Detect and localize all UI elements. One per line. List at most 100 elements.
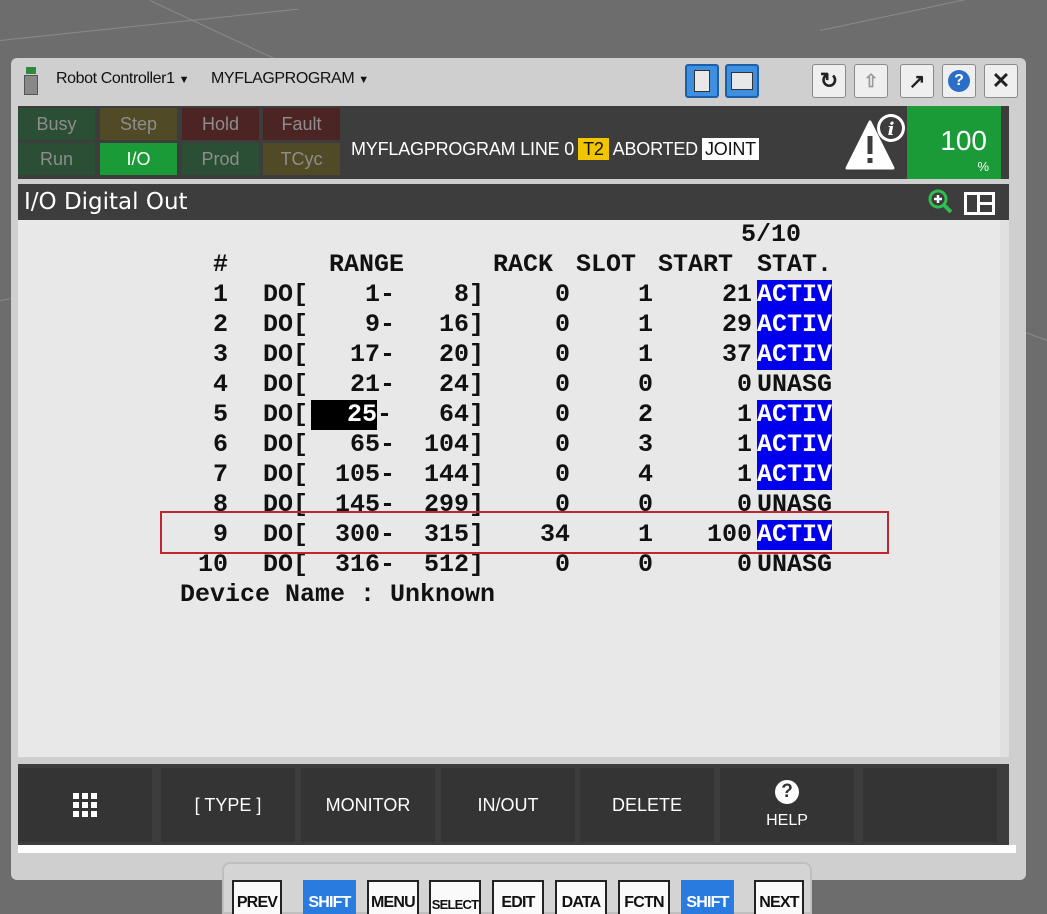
pendant-view-button[interactable] bbox=[685, 64, 719, 98]
step-button[interactable]: ⇧ bbox=[854, 64, 888, 98]
io-table: 5/10 # RANGE RACK SLOT START STAT. 1 DO[1… bbox=[18, 220, 1000, 757]
row-status[interactable]: ACTIV bbox=[757, 280, 833, 310]
row-status[interactable]: ACTIV bbox=[757, 340, 833, 370]
status-io: I/O bbox=[100, 143, 177, 175]
teach-pendant: Robot Controller1 ▼ MYFLAGPROGRAM ▼ ↻ ⇧ ↗ … bbox=[11, 58, 1026, 880]
table-row[interactable]: 7 DO[105- 144] 0 4 1 ACTIV bbox=[18, 460, 1000, 490]
background-line bbox=[0, 8, 299, 41]
execution-state: ABORTED bbox=[612, 139, 698, 159]
row-range-to: 104] bbox=[424, 430, 485, 459]
row-rack: 0 bbox=[555, 460, 571, 489]
row-status[interactable]: ACTIV bbox=[757, 460, 833, 490]
row-start: 37 bbox=[722, 340, 753, 369]
softkey-type[interactable]: [ TYPE ] bbox=[161, 768, 295, 842]
row-start: 0 bbox=[737, 370, 753, 399]
split-screen-icon[interactable] bbox=[964, 192, 995, 215]
fctn-key[interactable]: FCTN bbox=[618, 880, 670, 914]
page-indicator-line: 5/10 bbox=[18, 220, 818, 250]
row-slot: 3 bbox=[638, 430, 654, 459]
row-rack: 0 bbox=[555, 430, 571, 459]
help-icon: ? bbox=[775, 780, 799, 804]
table-row[interactable]: 3 DO[17- 20] 0 1 37 ACTIV bbox=[18, 340, 1000, 370]
menu-key[interactable]: MENU bbox=[367, 880, 419, 914]
row-range-from: 316- bbox=[335, 550, 396, 579]
row-status[interactable]: ACTIV bbox=[757, 310, 833, 340]
controller-dropdown[interactable]: Robot Controller1 ▼ bbox=[56, 70, 189, 88]
shift-key-right[interactable]: SHIFT bbox=[681, 880, 734, 914]
prev-key[interactable]: PREV bbox=[232, 880, 282, 914]
alarm-info-icon[interactable]: i bbox=[844, 110, 906, 174]
edit-key[interactable]: EDIT bbox=[492, 880, 544, 914]
top-bar: Robot Controller1 ▼ MYFLAGPROGRAM ▼ ↻ ⇧ ↗ … bbox=[11, 58, 1026, 106]
io-content: 5/10 # RANGE RACK SLOT START STAT. 1 DO[1… bbox=[18, 220, 1000, 757]
program-label: MYFLAGPROGRAM bbox=[211, 70, 355, 87]
row-status[interactable]: ACTIV bbox=[757, 430, 833, 460]
background-line bbox=[820, 0, 1046, 31]
scrollbar[interactable] bbox=[1000, 220, 1009, 757]
row-start: 1 bbox=[737, 460, 753, 489]
pendant-view-icon bbox=[694, 70, 710, 92]
row-slot: 1 bbox=[638, 280, 654, 309]
row-range-from: 1- bbox=[365, 280, 396, 309]
softkey-menu-grid[interactable] bbox=[18, 768, 152, 842]
external-button[interactable]: ↗ bbox=[900, 64, 934, 98]
refresh-button[interactable]: ↻ bbox=[812, 64, 846, 98]
shift-key-left[interactable]: SHIFT bbox=[303, 880, 356, 914]
row-type: DO[ bbox=[263, 370, 309, 399]
row-slot: 0 bbox=[638, 370, 654, 399]
softkey-delete[interactable]: DELETE bbox=[580, 768, 714, 842]
softkey-monitor[interactable]: MONITOR bbox=[301, 768, 435, 842]
row-number: 4 bbox=[213, 370, 229, 399]
row-range-dash: - bbox=[377, 400, 393, 429]
row-status[interactable]: ACTIV bbox=[757, 400, 833, 430]
table-row[interactable]: 1 DO[1- 8] 0 1 21 ACTIV bbox=[18, 280, 1000, 310]
close-button[interactable]: ✕ bbox=[984, 64, 1018, 98]
table-row[interactable]: 4 DO[21- 24] 0 0 0 UNASG bbox=[18, 370, 1000, 400]
program-dropdown[interactable]: MYFLAGPROGRAM ▼ bbox=[211, 70, 369, 88]
help-button[interactable]: ? bbox=[942, 64, 976, 98]
row-number: 5 bbox=[213, 400, 229, 429]
row-rack: 0 bbox=[555, 280, 571, 309]
external-icon: ↗ bbox=[908, 70, 926, 93]
select-key[interactable]: SELECT bbox=[429, 880, 481, 914]
row-number: 6 bbox=[213, 430, 229, 459]
header-range: RANGE bbox=[329, 250, 405, 279]
row-range-to: 64] bbox=[439, 400, 485, 429]
row-status[interactable]: UNASG bbox=[757, 550, 832, 580]
row-slot: 2 bbox=[638, 400, 654, 429]
next-key[interactable]: NEXT bbox=[754, 880, 804, 914]
table-row[interactable]: 6 DO[65- 104] 0 3 1 ACTIV bbox=[18, 430, 1000, 460]
row-slot: 0 bbox=[638, 550, 654, 579]
row-range-to: 20] bbox=[439, 340, 485, 369]
row-type: DO[ bbox=[263, 460, 309, 489]
row-range-from: 17- bbox=[350, 340, 396, 369]
keyboard-icon bbox=[731, 72, 753, 90]
svg-text:i: i bbox=[888, 119, 895, 140]
help-label: HELP bbox=[766, 812, 808, 829]
data-key[interactable]: DATA bbox=[555, 880, 607, 914]
page-title: I/O Digital Out bbox=[24, 189, 188, 215]
divider bbox=[18, 845, 1016, 853]
status-area: Busy Step Hold Fault Run I/O Prod TCyc M… bbox=[18, 106, 1009, 179]
row-status[interactable]: UNASG bbox=[757, 370, 832, 400]
softkey-inout[interactable]: IN/OUT bbox=[441, 768, 575, 842]
table-row[interactable]: 10 DO[316- 512] 0 0 0 UNASG bbox=[18, 550, 1000, 580]
row-rack: 0 bbox=[555, 400, 571, 429]
table-row[interactable]: 5 DO[25- 64] 0 2 1 ACTIV bbox=[18, 400, 1000, 430]
coord-badge: JOINT bbox=[701, 138, 759, 160]
softkey-empty[interactable] bbox=[863, 768, 997, 842]
softkey-help[interactable]: ? HELP bbox=[720, 768, 854, 842]
row-rack: 0 bbox=[555, 550, 571, 579]
override-display[interactable]: 100 % bbox=[907, 106, 1001, 179]
table-row[interactable]: 2 DO[9- 16] 0 1 29 ACTIV bbox=[18, 310, 1000, 340]
row-start: 0 bbox=[737, 550, 753, 579]
row-range-from: 65- bbox=[350, 430, 396, 459]
status-step: Step bbox=[100, 108, 177, 140]
zoom-in-icon[interactable] bbox=[927, 188, 953, 214]
row-rack: 0 bbox=[555, 310, 571, 339]
row-slot: 4 bbox=[638, 460, 654, 489]
step-icon: ⇧ bbox=[863, 70, 879, 91]
keyboard-button[interactable] bbox=[725, 64, 759, 98]
status-fault: Fault bbox=[263, 108, 340, 140]
row-range-from[interactable]: 25 bbox=[311, 400, 377, 430]
